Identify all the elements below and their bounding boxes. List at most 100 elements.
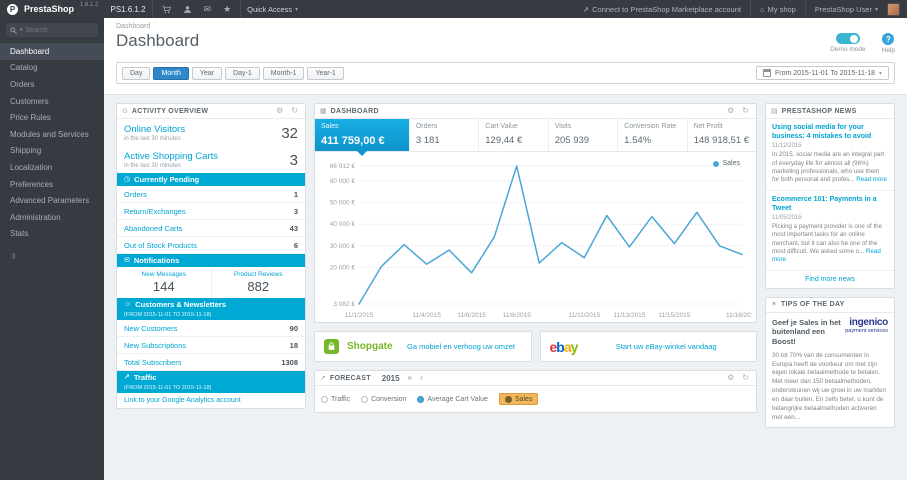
customer-icon[interactable] (180, 5, 195, 14)
active-carts-stat[interactable]: Active Shopping Carts in the last 30 min… (117, 146, 305, 173)
quick-access-menu[interactable]: Quick Access ▾ (247, 5, 298, 14)
date-range-picker[interactable]: From 2015-11-01 To 2015-11-18 ▾ (755, 66, 889, 80)
online-visitors-stat[interactable]: Online Visitors in the last 30 minutes 3… (117, 119, 305, 146)
previous-year-icon[interactable]: ‹ (420, 374, 423, 382)
sidebar-item-catalog[interactable]: Catalog (0, 60, 104, 77)
forecast-option-sales[interactable]: Sales (498, 393, 539, 405)
search-scope-caret-icon[interactable]: ▾ (20, 27, 23, 33)
out-of-stock-row[interactable]: Out of Stock Products 6 (117, 237, 305, 254)
prestashop-logo-icon[interactable]: P (7, 3, 18, 15)
forecast-option-conversion[interactable]: Conversion (361, 395, 406, 403)
marketplace-link[interactable]: ⇗ Connect to PrestaShop Marketplace acco… (583, 5, 741, 14)
sidebar-search[interactable]: ▾ (6, 23, 98, 37)
ebay-logo: ebay (550, 340, 579, 354)
filter-day-1-button[interactable]: Day-1 (225, 66, 260, 80)
refresh-icon[interactable]: ↻ (289, 107, 300, 115)
sidebar-item-dashboard[interactable]: Dashboard (0, 43, 104, 60)
newspaper-icon: ▤ (771, 107, 778, 115)
sidebar-item-label: Shipping (10, 146, 42, 156)
news-article: Ecommerce 101: Payments in a Tweet 11/05… (766, 191, 894, 271)
help-control[interactable]: ? Help (882, 33, 895, 54)
forecast-option-traffic[interactable]: Traffic (321, 395, 350, 403)
sidebar-item-customers[interactable]: Customers (0, 93, 104, 110)
dashboard-panel: ▦ DASHBOARD ⚙ ↻ Sales 411 759,00 € Order… (314, 103, 757, 323)
previous-year-fast-icon[interactable]: « (408, 374, 412, 382)
sidebar-item-shipping[interactable]: Shipping (0, 143, 104, 160)
refresh-icon[interactable]: ↻ (740, 107, 751, 115)
forecast-option-average-cart-value[interactable]: Average Cart Value (417, 395, 488, 403)
new-messages-cell[interactable]: New Messages 144 (117, 267, 211, 298)
row-label: New Subscriptions (124, 340, 187, 350)
help-icon[interactable]: ? (882, 33, 895, 45)
ingenico-logo[interactable]: ingenico payment services (845, 317, 888, 334)
sidebar-item-localization[interactable]: Localization (0, 159, 104, 176)
stat-sub: in the last 30 minutes (124, 163, 181, 169)
article-title[interactable]: Ecommerce 101: Payments in a Tweet (772, 195, 888, 213)
new-subscriptions-row[interactable]: New Subscriptions 18 (117, 337, 305, 354)
page-header: Dashboard Dashboard Demo mode ? Help Day… (104, 18, 907, 95)
chevron-down-icon: ▾ (874, 6, 878, 13)
ebay-ad-link[interactable]: Start uw eBay-winkel vandaag (616, 342, 717, 351)
pending-section-header: ◷ Currently Pending (117, 173, 305, 186)
shopgate-module-ad[interactable]: Shopgate Ga mobiel en verhoog uw omzet (314, 331, 532, 362)
filter-day-button[interactable]: Day (122, 66, 151, 80)
stat-sub: in the last 30 minutes (124, 136, 181, 142)
gear-icon[interactable]: ⚙ (725, 107, 736, 115)
activity-column: ⊙ ACTIVITY OVERVIEW ⚙ ↻ Online Visitors … (116, 103, 306, 409)
svg-text:11/8/2015: 11/8/2015 (502, 312, 531, 319)
sidebar-item-orders[interactable]: Orders (0, 76, 104, 93)
shopgate-ad-link[interactable]: Ga mobiel en verhoog uw omzet (407, 342, 515, 351)
page-title: Dashboard (116, 31, 200, 50)
google-analytics-link[interactable]: Link to your Google Analytics account (117, 393, 305, 408)
filter-month-1-button[interactable]: Month-1 (262, 66, 305, 80)
avatar[interactable] (887, 2, 900, 16)
new-customers-row[interactable]: New Customers 90 (117, 320, 305, 337)
kpi-tab-net-profit[interactable]: Net Profit 148 918,51 € (688, 119, 756, 151)
sidebar-item-stats[interactable]: Stats (0, 226, 104, 243)
filter-month-button[interactable]: Month (153, 66, 189, 80)
filter-year-button[interactable]: Year (191, 66, 223, 80)
ebay-module-ad[interactable]: ebay Start uw eBay-winkel vandaag (539, 331, 757, 362)
cart-icon[interactable] (159, 5, 174, 14)
collapse-menu-icon[interactable]: ‖ (0, 242, 104, 261)
sidebar-item-label: Orders (10, 79, 35, 89)
envelope-icon: ✉ (124, 257, 130, 264)
kpi-tab-sales[interactable]: Sales 411 759,00 € (315, 119, 410, 156)
gear-icon[interactable]: ⚙ (274, 107, 285, 115)
user-menu[interactable]: PrestaShop User ▾ (815, 5, 878, 14)
sidebar-item-price-rules[interactable]: Price Rules (0, 109, 104, 126)
product-reviews-cell[interactable]: Product Reviews 882 (210, 267, 306, 298)
demo-mode-toggle[interactable] (835, 33, 860, 44)
my-shop-link[interactable]: ⌂ My shop (760, 5, 796, 14)
sidebar-item-advanced-parameters[interactable]: Advanced Parameters (0, 192, 104, 209)
kpi-tab-orders[interactable]: Orders 3 181 (410, 119, 480, 151)
sidebar-item-modules[interactable]: Modules and Services (0, 126, 104, 143)
shop-name[interactable]: PS1.6.1.2 (110, 5, 145, 14)
row-value: 1 (293, 189, 298, 199)
demo-mode-label: Demo mode (830, 46, 866, 53)
tip-headline: Geef je Sales in het buitenland een Boos… (772, 317, 841, 347)
kpi-value: 129,44 € (485, 135, 523, 146)
refresh-icon[interactable]: ↻ (740, 374, 751, 382)
article-title[interactable]: Using social media for your business: 4 … (772, 123, 888, 141)
sidebar-item-administration[interactable]: Administration (0, 209, 104, 226)
pending-orders-row[interactable]: Orders 1 (117, 186, 305, 203)
messages-icon[interactable]: ✉ (201, 4, 215, 14)
abandoned-carts-row[interactable]: Abandoned Carts 43 (117, 220, 305, 237)
find-more-news-link[interactable]: Find more news (766, 271, 894, 288)
option-label: Sales (514, 395, 533, 403)
search-input[interactable] (25, 26, 78, 34)
kpi-tab-cart-value[interactable]: Cart Value 129,44 € (479, 119, 549, 151)
kpi-tab-conversion-rate[interactable]: Conversion Rate 1.54% (618, 119, 688, 151)
prestashop-admin: P PrestaShop 1.6.1.2 PS1.6.1.2 ✉ ★ Quick… (0, 0, 907, 480)
sidebar-item-preferences[interactable]: Preferences (0, 176, 104, 193)
total-subscribers-row[interactable]: Total Subscribers 1308 (117, 354, 305, 371)
star-icon[interactable]: ★ (220, 4, 234, 14)
kpi-tab-visits[interactable]: Visits 205 939 (549, 119, 619, 151)
filter-year-1-button[interactable]: Year-1 (307, 66, 344, 80)
help-label: Help (881, 47, 895, 54)
pending-returns-row[interactable]: Return/Exchanges 3 (117, 203, 305, 220)
gear-icon[interactable]: ⚙ (725, 374, 736, 382)
demo-mode-control[interactable]: Demo mode (830, 33, 866, 53)
read-more-link[interactable]: Read more (856, 176, 887, 183)
